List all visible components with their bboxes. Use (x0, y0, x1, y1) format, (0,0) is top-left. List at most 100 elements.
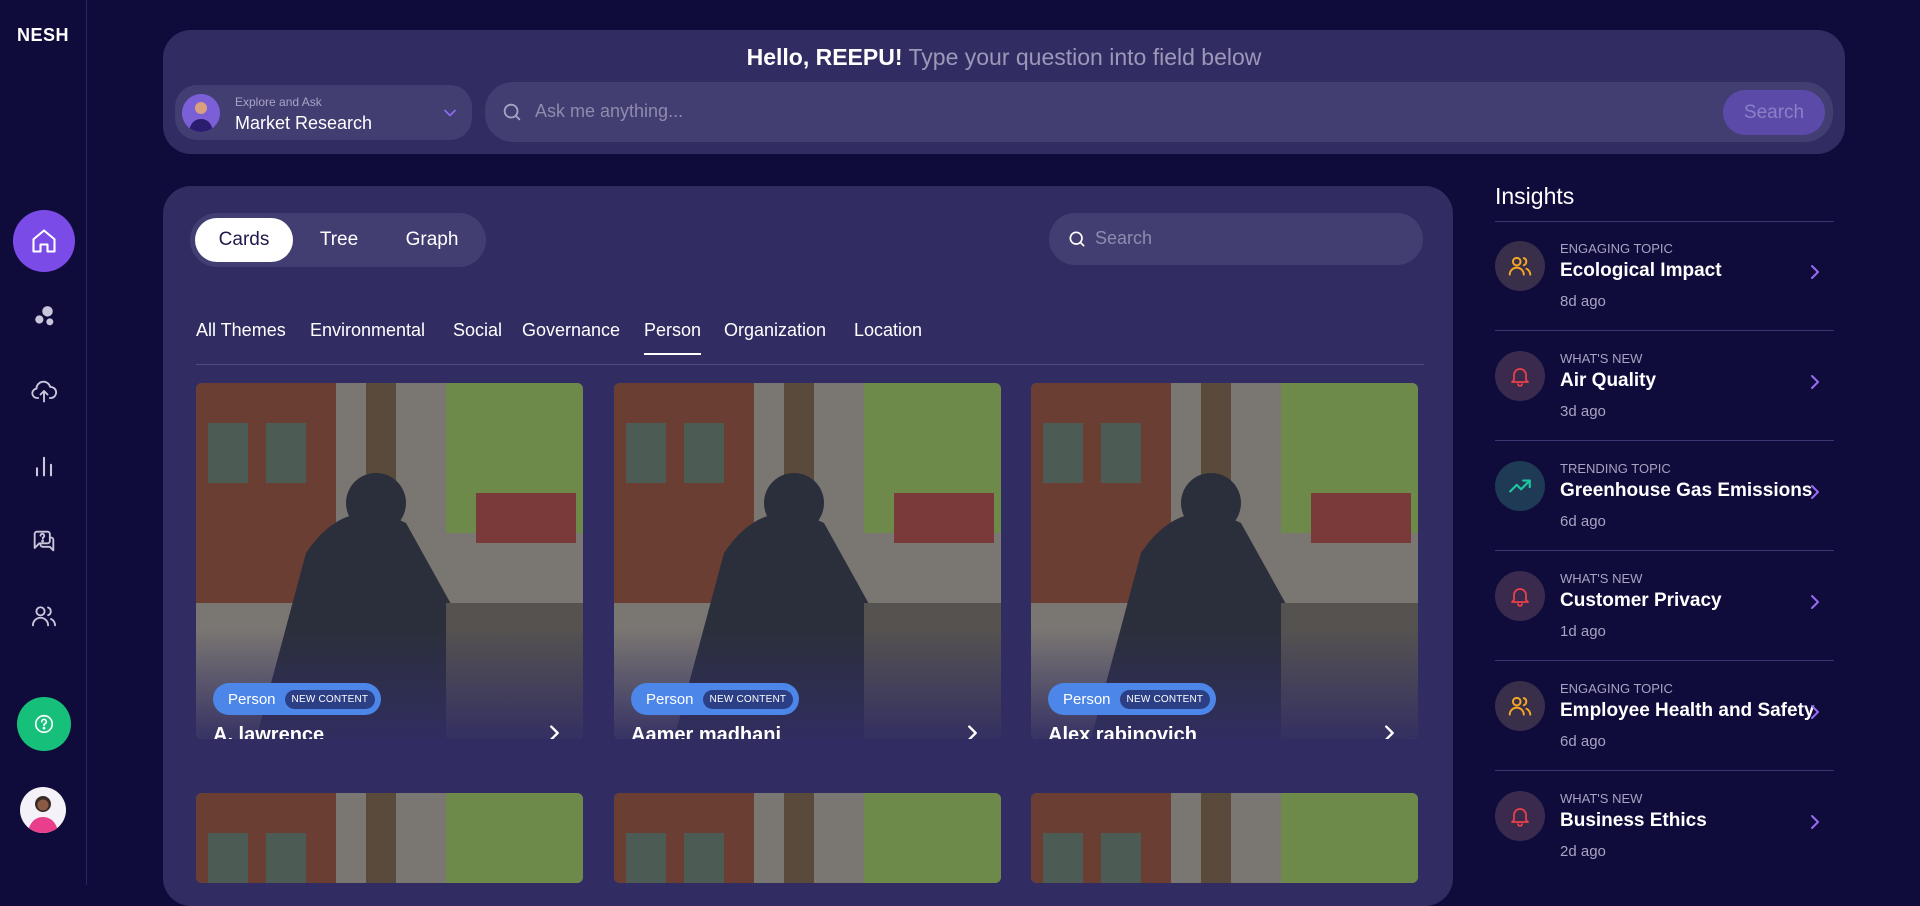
logo: NESH (16, 25, 69, 45)
search-icon (503, 103, 521, 121)
chevron-right-icon[interactable] (1806, 591, 1824, 613)
nav-upload[interactable] (13, 360, 75, 422)
users-icon (1508, 696, 1532, 716)
insight-title: Greenhouse Gas Emissions (1560, 480, 1813, 501)
insight-icon-wrap (1495, 461, 1545, 511)
help-icon (34, 714, 54, 734)
insight-title: Employee Health and Safety (1560, 700, 1815, 721)
card-type-pill: Person NEW CONTENT (1048, 683, 1217, 715)
users-icon (31, 606, 57, 627)
greeting: Hello, REEPU! Type your question into fi… (163, 44, 1845, 71)
explore-dropdown[interactable]: Explore and Ask Market Research (175, 85, 472, 140)
insight-time: 8d ago (1560, 293, 1606, 310)
chevron-right-icon[interactable] (1806, 701, 1824, 723)
tab-person[interactable]: Person (644, 320, 702, 355)
nav-users[interactable] (13, 585, 75, 647)
card-image (196, 793, 583, 883)
person-card[interactable] (1031, 793, 1418, 883)
insight-icon-wrap (1495, 351, 1545, 401)
ask-placeholder: Ask me anything... (535, 101, 684, 121)
insight-item[interactable]: WHAT'S NEW Business Ethics 2d ago (1495, 776, 1834, 886)
question-chat-icon (33, 530, 55, 552)
divider (1495, 770, 1834, 771)
new-content-badge: NEW CONTENT (1119, 689, 1211, 709)
tab-social[interactable]: Social (453, 320, 502, 353)
insight-time: 3d ago (1560, 403, 1606, 420)
person-card[interactable] (196, 793, 583, 883)
chevron-right-icon[interactable] (1806, 481, 1824, 503)
user-avatar[interactable] (20, 787, 66, 833)
insight-category: WHAT'S NEW (1560, 351, 1643, 366)
bell-icon (1511, 808, 1529, 827)
avatar-image (28, 796, 58, 833)
card-type-pill: Person NEW CONTENT (631, 683, 800, 715)
tab-graph[interactable]: Graph (382, 218, 482, 262)
tab-governance[interactable]: Governance (522, 320, 620, 353)
card-type: Person (228, 690, 276, 708)
tab-tree[interactable]: Tree (298, 218, 380, 262)
view-toggle: Cards Tree Graph (190, 213, 486, 267)
person-card[interactable]: Person NEW CONTENT Alex rabinovich (1031, 383, 1418, 739)
tab-cards[interactable]: Cards (195, 218, 293, 262)
card-type-pill: Person NEW CONTENT (213, 683, 382, 715)
card-name: Aamer madhani (631, 724, 782, 739)
search-button[interactable]: Search (1723, 90, 1825, 135)
insight-category: TRENDING TOPIC (1560, 461, 1671, 476)
sidebar: NESH (0, 0, 87, 885)
divider (1495, 330, 1834, 331)
home-icon (32, 229, 56, 253)
greeting-subtitle: Type your question into field below (908, 44, 1262, 70)
insight-category: WHAT'S NEW (1560, 571, 1643, 586)
card-type: Person (646, 690, 694, 708)
nav-analytics[interactable] (13, 435, 75, 497)
insight-item[interactable]: ENGAGING TOPIC Employee Health and Safet… (1495, 666, 1834, 776)
bubbles-icon (35, 306, 54, 326)
insight-item[interactable]: TRENDING TOPIC Greenhouse Gas Emissions … (1495, 446, 1834, 556)
tab-environmental[interactable]: Environmental (310, 320, 425, 353)
nav-questions[interactable] (13, 510, 75, 572)
person-card[interactable]: Person NEW CONTENT Aamer madhani (614, 383, 1001, 739)
card-image (614, 793, 1001, 883)
insight-item[interactable]: WHAT'S NEW Customer Privacy 1d ago (1495, 556, 1834, 666)
help-button[interactable] (17, 697, 71, 751)
chevron-right-icon[interactable] (1806, 371, 1824, 393)
trending-up-icon (1509, 479, 1531, 493)
greeting-name: Hello, REEPU! (746, 44, 903, 70)
ask-input[interactable]: Ask me anything... Search (485, 82, 1833, 142)
divider (1495, 221, 1834, 222)
main-panel: Cards Tree Graph Search All Themes Envir… (163, 186, 1453, 906)
cards-search-placeholder: Search (1095, 228, 1153, 248)
insight-item[interactable]: WHAT'S NEW Air Quality 3d ago (1495, 336, 1834, 446)
chevron-right-icon[interactable] (961, 721, 983, 739)
tab-location[interactable]: Location (854, 320, 922, 353)
tab-organization[interactable]: Organization (724, 320, 826, 353)
insight-icon-wrap (1495, 571, 1545, 621)
insight-icon-wrap (1495, 791, 1545, 841)
person-card[interactable] (614, 793, 1001, 883)
tab-all-themes[interactable]: All Themes (196, 320, 286, 353)
card-image (1031, 793, 1418, 883)
nav-topics[interactable] (13, 285, 75, 347)
cards-search-input[interactable]: Search (1049, 213, 1423, 265)
bell-icon (1511, 368, 1529, 387)
search-icon (1069, 231, 1085, 247)
chevron-right-icon[interactable] (1378, 721, 1400, 739)
divider (1495, 440, 1834, 441)
insight-category: ENGAGING TOPIC (1560, 681, 1673, 696)
insight-title: Air Quality (1560, 370, 1657, 391)
chevron-down-icon (444, 109, 456, 117)
explore-value: Market Research (235, 113, 373, 133)
insight-item[interactable]: ENGAGING TOPIC Ecological Impact 8d ago (1495, 226, 1834, 336)
person-card[interactable]: Person NEW CONTENT A. lawrence (196, 383, 583, 739)
chevron-right-icon[interactable] (1806, 811, 1824, 833)
divider (1495, 660, 1834, 661)
nav-home[interactable] (13, 210, 75, 272)
divider (1495, 550, 1834, 551)
chevron-right-icon[interactable] (543, 721, 565, 739)
insight-title: Customer Privacy (1560, 590, 1722, 611)
insight-icon-wrap (1495, 241, 1545, 291)
chevron-right-icon[interactable] (1806, 261, 1824, 283)
bar-chart-icon (35, 456, 53, 477)
card-name: Alex rabinovich (1048, 724, 1197, 739)
insight-time: 1d ago (1560, 623, 1606, 640)
